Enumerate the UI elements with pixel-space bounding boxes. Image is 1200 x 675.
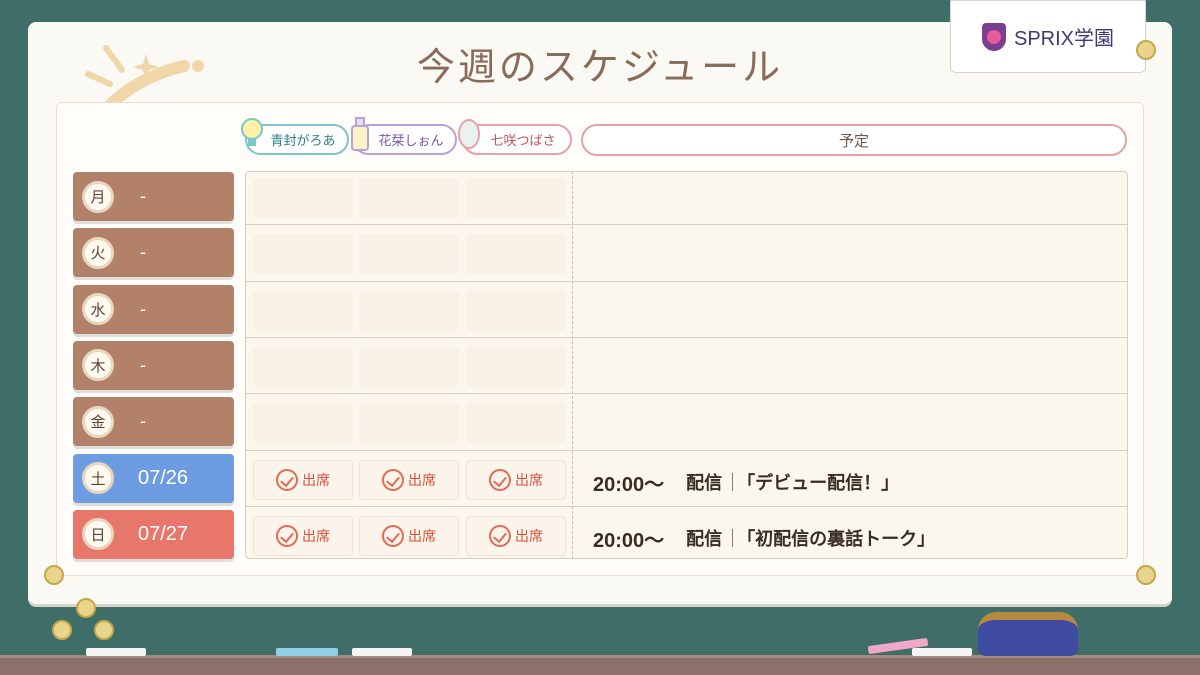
schedule-title: 「初配信の裏話トーク」 (737, 529, 936, 551)
attendance-cell: 出席 (359, 459, 459, 500)
attendance-cell: 出席 (466, 459, 566, 500)
day-label: 金- (73, 397, 234, 447)
pin-icon (52, 620, 72, 640)
white-chalk (352, 648, 412, 656)
check-circle-icon (276, 524, 298, 547)
chalk-ledge (0, 655, 1200, 675)
pin-icon (76, 598, 96, 618)
row-separator (245, 449, 1128, 451)
school-logo: SPRIX学園 (950, 0, 1146, 73)
day-of-week: 火 (82, 236, 114, 269)
day-label: 月- (73, 172, 234, 221)
attendance-cell (466, 346, 566, 387)
day-date: - (140, 242, 146, 263)
member-name: 七咲つばさ (490, 134, 556, 149)
schedule-time: 20:00～ (593, 529, 665, 552)
attendance-cell (466, 403, 566, 444)
attendance-label: 出席 (515, 528, 543, 545)
day-label: 日 07/27 (73, 509, 234, 559)
grid-divider (572, 171, 573, 559)
day-date: - (140, 411, 146, 432)
row-separator (245, 280, 1128, 282)
day-label: 水- (73, 284, 234, 334)
check-circle-icon (382, 468, 404, 491)
check-circle-icon (489, 524, 511, 547)
member-tag-1: 青封がろあ (241, 118, 349, 155)
day-of-week: 木 (82, 349, 114, 382)
row-separator (245, 224, 1128, 226)
attendance-cell (253, 234, 353, 275)
attendance-cell: 出席 (466, 515, 566, 556)
day-date: - (140, 186, 146, 206)
attendance-cell: 出席 (359, 515, 459, 556)
attendance-label: 出席 (515, 472, 543, 489)
attendance-cell (253, 403, 353, 444)
petal-icon (458, 119, 480, 149)
shield-icon (981, 22, 1006, 51)
white-chalk (86, 648, 146, 656)
white-chalk (912, 648, 972, 656)
day-of-week: 金 (82, 405, 114, 438)
member-name: 花栞しぉん (378, 134, 444, 149)
attendance-cell (253, 178, 353, 218)
lightbulb-icon (241, 118, 263, 146)
attendance-cell: 出席 (253, 515, 353, 556)
attendance-cell (359, 234, 459, 275)
check-circle-icon (276, 468, 298, 491)
pin-icon (44, 565, 64, 585)
day-label: 木- (73, 340, 234, 390)
pin-icon (94, 620, 114, 640)
member-tag-3: 七咲つばさ (458, 119, 572, 155)
day-date: 07/26 (138, 466, 189, 489)
attendance-cell (253, 290, 353, 331)
check-circle-icon (489, 468, 511, 491)
attendance-cell (253, 346, 353, 387)
attendance-label: 出席 (302, 528, 330, 545)
schedule-title: 「デビュー配信！」 (737, 473, 900, 494)
day-label: 火- (73, 228, 234, 278)
logo-text: SPRIX学園 (1013, 28, 1115, 50)
member-name: 青封がろあ (270, 134, 336, 149)
schedule-category: 配信 (686, 473, 723, 494)
attendance-cell (466, 178, 566, 218)
day-of-week: 日 (82, 518, 114, 551)
schedule-entry: 20:00～ 配信 「初配信の裏話トーク」 (593, 524, 935, 553)
day-date: - (140, 354, 146, 375)
day-of-week: 土 (82, 462, 114, 494)
schedule-entry: 20:00～ 配信 「デビュー配信！」 (593, 468, 899, 497)
attendance-cell (359, 403, 459, 444)
check-circle-icon (382, 524, 404, 547)
pin-icon (1136, 565, 1156, 585)
attendance-cell (359, 346, 459, 387)
row-separator (245, 393, 1128, 395)
blue-chalk (276, 648, 338, 656)
attendance-cell (466, 234, 566, 275)
day-date: - (140, 298, 146, 319)
pin-icon (1136, 40, 1156, 60)
day-date: 07/27 (138, 522, 189, 545)
separator (732, 473, 734, 491)
bottle-icon (351, 117, 369, 151)
separator (732, 529, 734, 548)
attendance-label: 出席 (408, 528, 436, 545)
schedule-category: 配信 (686, 529, 723, 551)
schedule-time: 20:00～ (593, 473, 665, 496)
day-of-week: 月 (82, 180, 114, 213)
schedule-header: 予定 (581, 124, 1127, 156)
eraser (978, 612, 1078, 656)
attendance-cell (359, 290, 459, 331)
attendance-cell (466, 290, 566, 331)
day-label: 土 07/26 (73, 453, 234, 503)
day-of-week: 水 (82, 293, 114, 326)
attendance-label: 出席 (302, 472, 330, 489)
attendance-cell (359, 178, 459, 218)
row-separator (245, 336, 1128, 338)
attendance-cell: 出席 (253, 459, 353, 500)
attendance-label: 出席 (408, 472, 436, 489)
member-tag-2: 花栞しぉん (351, 117, 457, 155)
row-separator (245, 505, 1128, 507)
